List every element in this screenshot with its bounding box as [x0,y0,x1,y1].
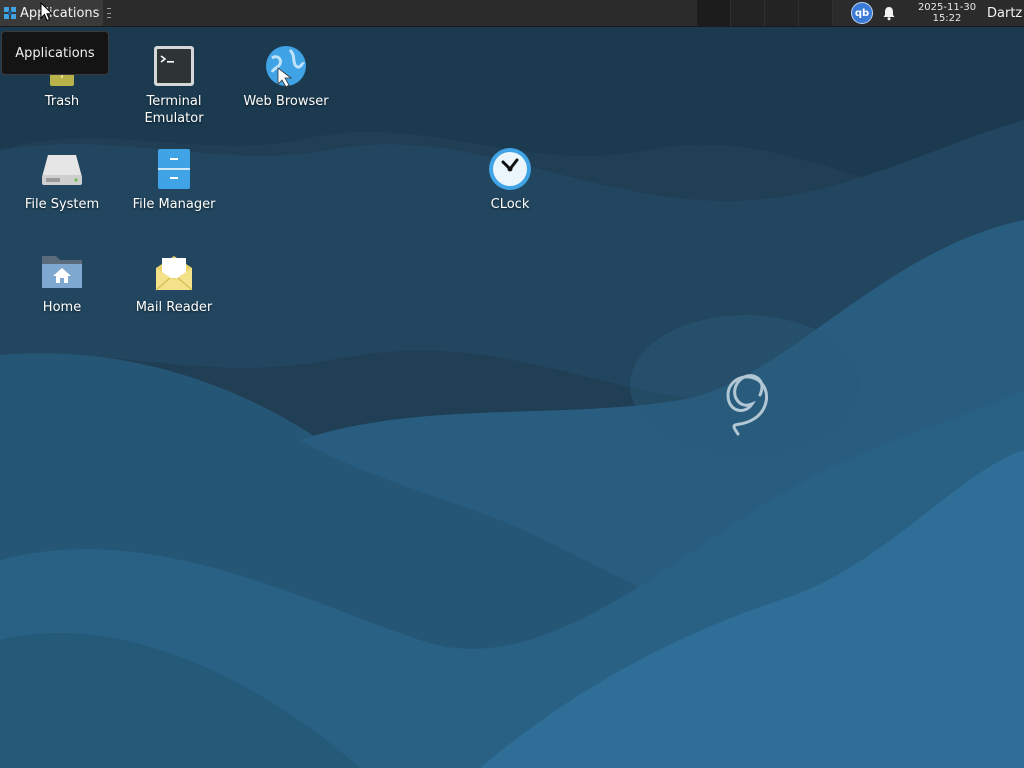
user-name: Dartz [987,5,1023,21]
clock-date: 2025-11-30 [917,2,977,13]
workspace-2[interactable] [731,0,765,26]
desktop-icon-mail-reader[interactable]: Mail Reader [124,248,224,316]
desktop-icon-terminal[interactable]: Terminal Emulator [124,42,224,127]
desktop-icon-label: File Manager [132,197,216,212]
desktop-icon-label: Terminal Emulator [144,93,203,127]
desktop-icon-label: Web Browser [243,94,329,109]
user-menu[interactable]: Dartz [987,6,1024,21]
top-panel: Applications qb 2025-11-30 15:22 Dartz [0,0,1024,27]
qbittorrent-tray-label: qb [854,7,870,19]
mouse-pointer-icon [40,2,54,22]
tooltip-text: Applications [15,45,95,61]
bell-icon[interactable] [881,5,897,21]
terminal-icon [154,46,194,86]
desktop-icon-label: CLock [490,197,530,212]
hard-drive-icon [42,155,82,185]
desktop-icon-file-manager[interactable]: File Manager [124,145,224,213]
workspace-3[interactable] [765,0,799,26]
clock-icon [489,148,531,190]
applications-menu-label: Applications [20,5,100,21]
panel-separator-handle[interactable] [107,8,112,18]
desktop-icon-home[interactable]: Home [12,248,112,316]
desktop-icon-label: File System [24,197,100,212]
desktop-icon-label: Home [42,300,82,315]
workspace-1[interactable] [697,0,731,26]
file-cabinet-icon [158,149,190,189]
desktop-icon-label: Trash [44,94,80,109]
terminal-label-line-2: Emulator [144,111,204,126]
applications-menu-icon [4,7,16,19]
terminal-label-line-1: Terminal [146,94,202,109]
envelope-icon [155,256,193,291]
workspace-4[interactable] [799,0,833,26]
desktop-icon-file-system[interactable]: File System [12,145,112,213]
qbittorrent-tray-icon[interactable]: qb [851,2,873,24]
panel-clock[interactable]: 2025-11-30 15:22 [911,2,983,24]
clock-time: 15:22 [932,13,962,24]
applications-tooltip: Applications [1,31,109,75]
desktop-icon-label: Mail Reader [135,300,213,315]
workspace-switcher[interactable] [697,0,833,26]
globe-icon [266,46,306,88]
home-folder-icon [42,256,82,288]
desktop-icon-web-browser[interactable]: Web Browser [236,42,336,110]
desktop-icon-clock[interactable]: CLock [460,145,560,213]
